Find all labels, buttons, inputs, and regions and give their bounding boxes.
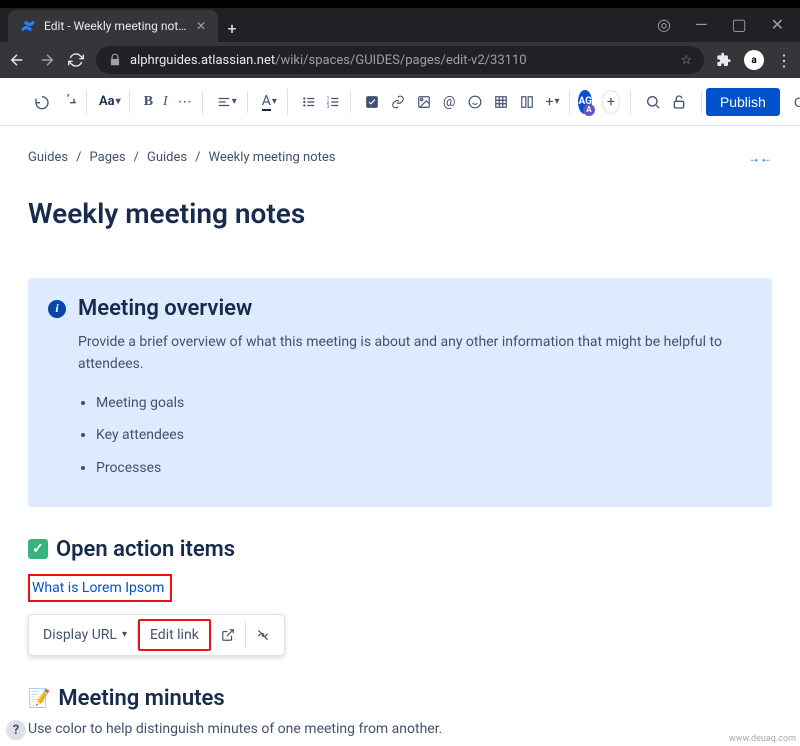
layout-button[interactable] xyxy=(516,91,538,113)
link-button[interactable] xyxy=(387,91,409,113)
window-close-icon[interactable]: ✕ xyxy=(771,15,784,34)
more-formatting-button[interactable]: ⋯ xyxy=(174,90,196,114)
publish-button[interactable]: Publish xyxy=(706,88,780,116)
forward-icon[interactable] xyxy=(38,51,56,69)
close-icon[interactable]: ✕ xyxy=(196,19,206,33)
collapse-icon[interactable]: →← xyxy=(748,151,772,165)
watermark: www.deuaq.com xyxy=(729,734,796,744)
list-item: Key attendees xyxy=(96,424,752,446)
display-url-dropdown[interactable]: Display URL ▾ xyxy=(33,621,138,649)
editor-content[interactable]: Guides / Pages / Guides / Weekly meeting… xyxy=(0,126,800,746)
image-button[interactable] xyxy=(413,91,435,113)
edit-link-button[interactable]: Edit link xyxy=(138,619,211,651)
insert-dropdown[interactable]: +▾ xyxy=(542,90,564,114)
text-style-dropdown[interactable]: Aa▾ xyxy=(97,90,123,113)
star-icon[interactable]: ☆ xyxy=(680,53,692,68)
unlink-button[interactable] xyxy=(246,622,280,648)
user-avatar[interactable]: AGA xyxy=(578,90,591,114)
svg-text:3: 3 xyxy=(327,103,330,108)
confluence-icon xyxy=(20,18,36,34)
address-bar: alphrguides.atlassian.net/wiki/spaces/GU… xyxy=(0,42,800,78)
minimize-icon[interactable]: — xyxy=(695,15,708,34)
editor-toolbar: Aa▾ B I ⋯ ▾ A▾ 123 @ +▾ AGA + Publish Cl… xyxy=(0,78,800,126)
page-title[interactable]: Weekly meeting notes xyxy=(28,197,772,230)
tab-title: Edit - Weekly meeting notes - Gu xyxy=(44,19,188,33)
text-color-dropdown[interactable]: A▾ xyxy=(258,89,281,115)
task-button[interactable] xyxy=(361,91,383,113)
table-button[interactable] xyxy=(490,91,512,113)
menu-icon[interactable]: ⋮ xyxy=(776,51,792,70)
section-description: Use color to help distinguish minutes of… xyxy=(28,721,772,737)
breadcrumb-item[interactable]: Pages xyxy=(90,150,126,165)
new-tab-button[interactable]: + xyxy=(218,14,246,42)
url-input[interactable]: alphrguides.atlassian.net/wiki/spaces/GU… xyxy=(96,46,704,74)
bullet-list-button[interactable] xyxy=(298,91,320,113)
bold-button[interactable]: B xyxy=(140,90,157,114)
check-icon: ✓ xyxy=(28,539,48,559)
extensions-icon[interactable] xyxy=(716,52,732,68)
section-heading[interactable]: 📝 Meeting minutes xyxy=(28,686,772,711)
align-dropdown[interactable]: ▾ xyxy=(213,91,241,113)
section-heading[interactable]: ✓ Open action items xyxy=(28,537,772,562)
invite-button[interactable]: + xyxy=(602,90,620,114)
list-item: Meeting goals xyxy=(96,392,752,414)
restrictions-button[interactable] xyxy=(667,90,691,114)
redo-button[interactable] xyxy=(56,90,80,114)
browser-tab[interactable]: Edit - Weekly meeting notes - Gu ✕ xyxy=(8,10,218,42)
help-icon[interactable]: ? xyxy=(6,720,26,740)
browser-tabs: Edit - Weekly meeting notes - Gu ✕ + ◎ —… xyxy=(0,8,800,42)
back-icon[interactable] xyxy=(8,51,26,69)
emoji-button[interactable] xyxy=(464,91,486,113)
numbered-list-button[interactable]: 123 xyxy=(322,91,344,113)
link-floating-toolbar: Display URL ▾ Edit link xyxy=(28,614,285,656)
breadcrumb-item[interactable]: Guides xyxy=(147,150,187,165)
target-icon[interactable]: ◎ xyxy=(657,15,671,34)
italic-button[interactable]: I xyxy=(159,90,172,114)
reload-icon[interactable] xyxy=(68,52,84,68)
breadcrumb-item[interactable]: Guides xyxy=(28,150,68,165)
breadcrumb-current: Weekly meeting notes xyxy=(208,150,335,165)
breadcrumb: Guides / Pages / Guides / Weekly meeting… xyxy=(28,150,772,165)
content-link[interactable]: What is Lorem Ipsom xyxy=(28,574,172,602)
profile-avatar[interactable]: a xyxy=(744,50,764,70)
panel-description: Provide a brief overview of what this me… xyxy=(78,331,752,376)
close-button[interactable]: Close xyxy=(784,88,800,116)
mention-button[interactable]: @ xyxy=(439,90,460,114)
memo-icon: 📝 xyxy=(28,688,50,709)
info-icon: i xyxy=(48,300,66,318)
lock-icon xyxy=(108,53,122,67)
open-link-button[interactable] xyxy=(211,622,246,648)
info-panel[interactable]: i Meeting overview Provide a brief overv… xyxy=(28,278,772,507)
maximize-icon[interactable]: ▢ xyxy=(731,15,746,34)
find-button[interactable] xyxy=(641,90,665,114)
list-item: Processes xyxy=(96,457,752,479)
undo-button[interactable] xyxy=(30,90,54,114)
panel-heading: Meeting overview xyxy=(78,296,252,321)
